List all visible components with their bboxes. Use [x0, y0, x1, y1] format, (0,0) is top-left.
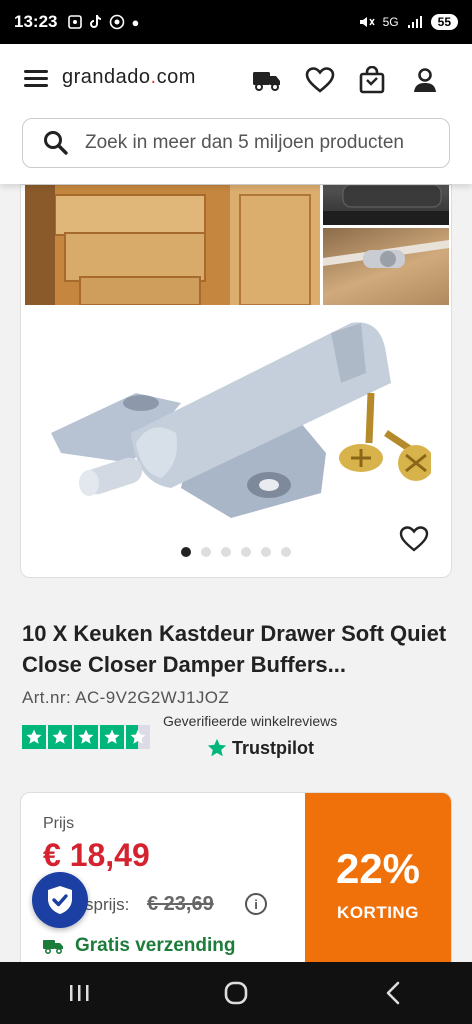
- search-bar[interactable]: Zoek in meer dan 5 miljoen producten: [22, 118, 450, 168]
- screw-1: [339, 392, 383, 472]
- price-label: Prijs: [43, 815, 75, 832]
- half-star-icon: [126, 725, 150, 749]
- trustpilot-star-icon: [207, 738, 227, 757]
- status-notification-icons: ●: [67, 14, 139, 30]
- delivery-truck-icon[interactable]: [252, 66, 282, 94]
- gallery-pagination: [21, 547, 451, 557]
- free-shipping: Gratis verzending: [43, 935, 236, 957]
- more-notifications-icon: ●: [131, 14, 140, 30]
- free-shipping-label: Gratis verzending: [75, 935, 236, 956]
- back-icon: [387, 981, 400, 1005]
- old-price: € 23,69: [147, 893, 214, 915]
- trust-shield-button[interactable]: [32, 872, 88, 928]
- favorite-heart-icon[interactable]: [399, 525, 429, 553]
- info-icon[interactable]: i: [245, 893, 267, 915]
- gallery-dot-2[interactable]: [201, 547, 211, 557]
- status-time: 13:23: [14, 12, 58, 31]
- star-icon: [100, 725, 124, 749]
- search-icon[interactable]: [43, 130, 69, 156]
- wishlist-heart-icon[interactable]: [305, 66, 335, 94]
- home-button[interactable]: [216, 973, 256, 1013]
- logo-tld: com: [156, 66, 196, 88]
- verified-reviews-label: Geverifieerde winkelreviews: [163, 713, 338, 729]
- gallery-image-drawers[interactable]: [25, 185, 320, 306]
- article-number: Art.nr: AC-9V2G2WJ1JOZ: [22, 688, 230, 707]
- system-navigation-bar: [0, 962, 472, 1024]
- gallery-dot-3[interactable]: [221, 547, 231, 557]
- gallery-thumbnail-zoom[interactable]: [323, 185, 449, 225]
- discount-badge: 22% KORTING: [305, 793, 451, 971]
- gallery-main-product-image[interactable]: [41, 313, 431, 533]
- old-price-label: sprijs:: [85, 895, 130, 914]
- status-bar: 13:23 ● 5G 55: [0, 0, 472, 44]
- trustpilot-logo[interactable]: Trustpilot: [206, 737, 314, 759]
- gallery-dot-5[interactable]: [261, 547, 271, 557]
- gallery-dot-6[interactable]: [281, 547, 291, 557]
- home-icon: [224, 981, 248, 1005]
- status-system-icons: 5G 55: [359, 14, 458, 30]
- star-icon: [22, 725, 46, 749]
- screenshot-icon: [68, 15, 83, 29]
- recent-apps-icon: [69, 985, 89, 1001]
- site-logo[interactable]: grandado.com: [62, 66, 196, 89]
- tiktok-icon: [90, 14, 102, 28]
- signal-icon: [407, 16, 422, 28]
- trustpilot-stars[interactable]: [22, 725, 150, 749]
- screw-2: [384, 430, 431, 481]
- product-title: 10 X Keuken Kastdeur Drawer Soft Quiet C…: [22, 621, 447, 677]
- discount-label: KORTING: [337, 903, 419, 922]
- gallery-dot-1[interactable]: [181, 547, 191, 557]
- shipping-truck-icon: [43, 940, 63, 954]
- network-type: 5G: [382, 15, 399, 29]
- shield-check-icon: [48, 886, 72, 914]
- recent-apps-button[interactable]: [59, 973, 99, 1013]
- gallery-dot-4[interactable]: [241, 547, 251, 557]
- search-input[interactable]: Zoek in meer dan 5 miljoen producten: [85, 132, 430, 154]
- current-price: € 18,49: [43, 837, 150, 873]
- star-icon: [74, 725, 98, 749]
- trustpilot-label: Trustpilot: [232, 737, 314, 758]
- discount-percentage: 22%: [335, 845, 421, 892]
- gallery-thumbnail-installed[interactable]: [323, 228, 449, 305]
- chrome-icon: [110, 14, 125, 30]
- back-button[interactable]: [373, 973, 413, 1013]
- shopping-bag-icon[interactable]: [357, 66, 387, 94]
- product-gallery[interactable]: [20, 184, 452, 578]
- price-card: Prijs € 18,49 sprijs: € 23,69 i Gratis v…: [20, 792, 452, 972]
- battery-level: 55: [430, 14, 458, 30]
- site-header: grandado.com Zoek in meer dan 5 miljoen …: [0, 44, 472, 184]
- menu-icon[interactable]: [24, 70, 48, 88]
- logo-main: grandado: [62, 66, 151, 88]
- star-icon: [48, 725, 72, 749]
- account-icon[interactable]: [410, 66, 440, 94]
- mute-icon: [359, 17, 375, 27]
